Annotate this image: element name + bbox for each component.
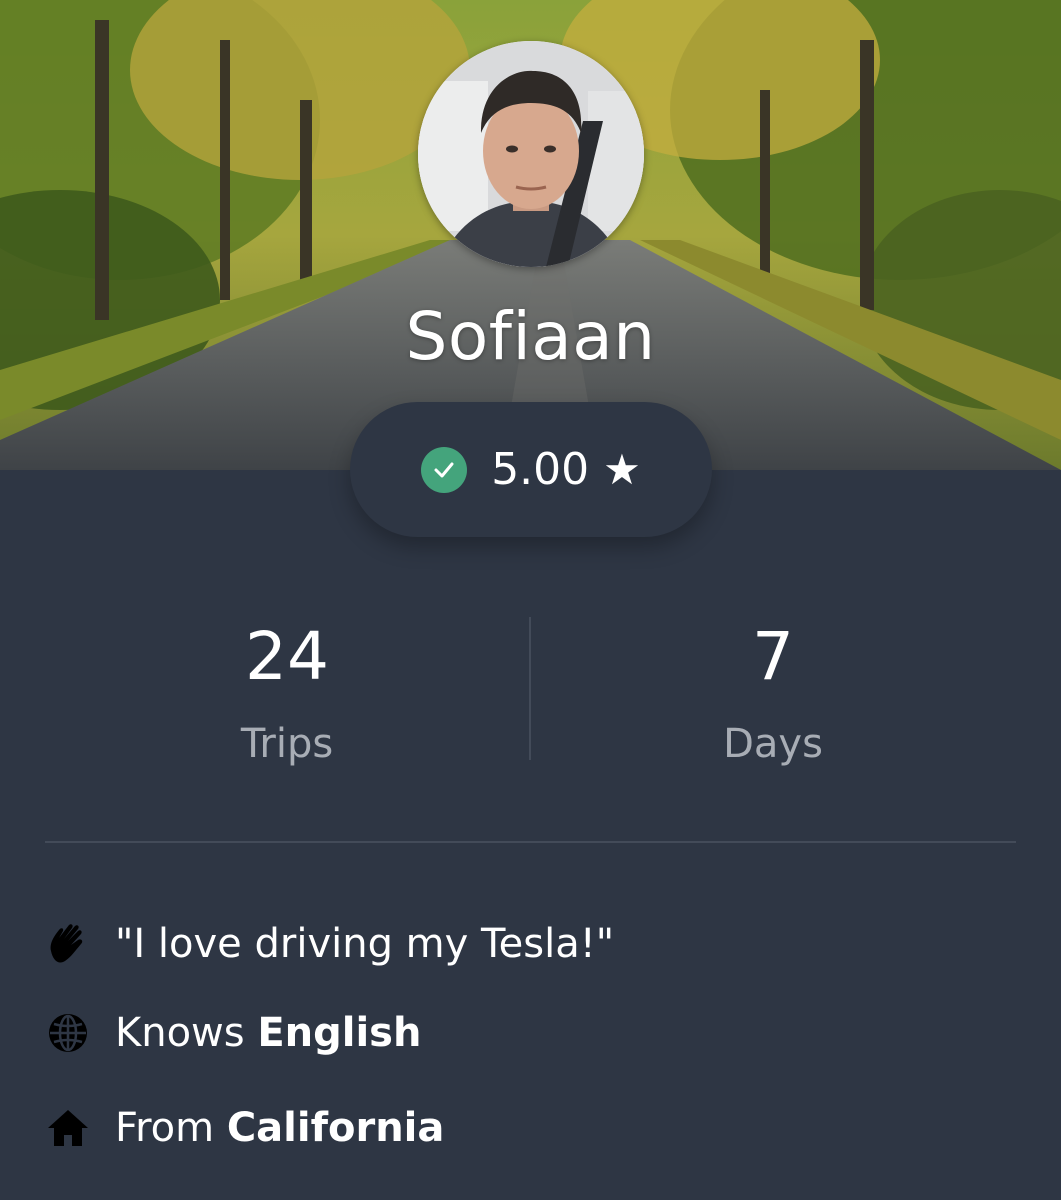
- profile-name: Sofiaan: [405, 298, 656, 375]
- stat-days: 7 Days: [508, 612, 1038, 772]
- stat-value: 24: [245, 618, 329, 695]
- origin-value: California: [226, 1105, 445, 1151]
- stat-label: Trips: [240, 721, 334, 767]
- home-icon: [45, 1105, 91, 1151]
- check-circle-icon: [421, 446, 468, 493]
- waving-hand-icon: [45, 921, 91, 967]
- rating-value: 5.00: [491, 444, 590, 495]
- stat-label: Days: [723, 721, 823, 767]
- star-icon: ★: [603, 445, 641, 494]
- avatar[interactable]: [418, 41, 644, 267]
- origin-prefix: From: [115, 1105, 227, 1151]
- stat-value: 7: [752, 618, 794, 695]
- info-language: Knows English: [45, 1003, 421, 1063]
- language-value: English: [257, 1010, 422, 1056]
- stats-divider: [529, 617, 531, 760]
- quote-text: "I love driving my Tesla!": [115, 921, 615, 967]
- stat-trips: 24 Trips: [22, 612, 552, 772]
- info-origin: From California: [45, 1098, 444, 1158]
- globe-icon: [45, 1010, 91, 1056]
- language-prefix: Knows: [115, 1010, 258, 1056]
- rating-badge[interactable]: 5.00 ★: [350, 402, 712, 537]
- info-quote: "I love driving my Tesla!": [45, 914, 614, 974]
- section-divider: [45, 841, 1016, 843]
